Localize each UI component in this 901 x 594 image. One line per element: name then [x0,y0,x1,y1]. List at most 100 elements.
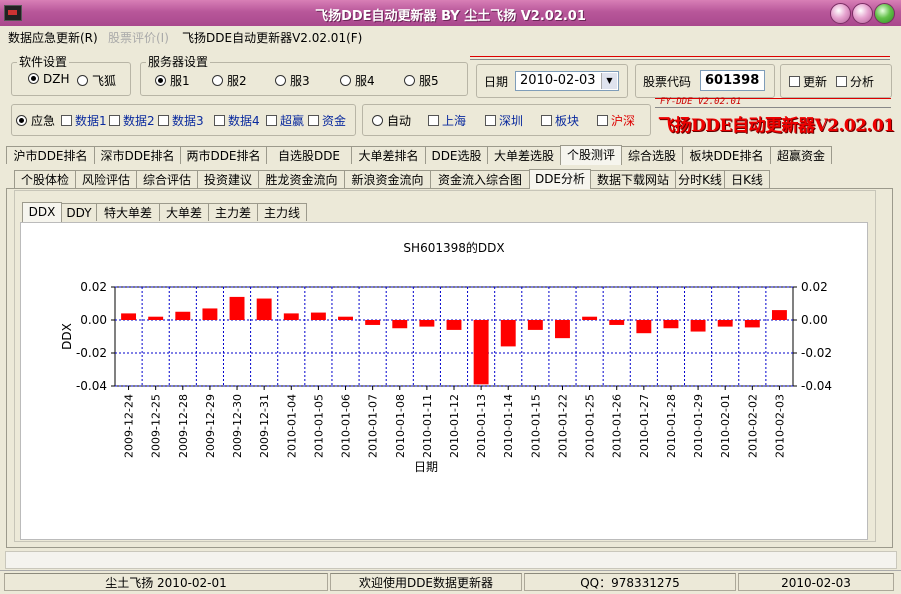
tab-sub-6[interactable]: 资金流入综合图 [430,170,530,188]
check-funds[interactable]: 资金 [308,112,346,129]
xtick-label: 2009-12-30 [231,394,244,458]
close-button[interactable] [874,3,895,24]
tab-ddx-4[interactable]: 主力差 [208,203,258,221]
tab-sub-4[interactable]: 胜龙资金流向 [258,170,345,188]
xtick-label: 2010-02-03 [773,394,786,458]
check-update[interactable]: 更新 [789,73,827,90]
radio-server-2[interactable]: 服2 [212,72,247,89]
check-data3-label: 数据3 [172,114,204,128]
radio-dot [372,115,383,126]
bar-2010-01-11 [419,320,435,327]
radio-dot [275,75,286,86]
y-axis-label: DDX [60,323,74,350]
tab-ddx-1[interactable]: DDY [61,203,97,221]
tab-ddx-2[interactable]: 特大单差 [96,203,160,221]
tab-main-6[interactable]: 大单差选股 [487,146,561,164]
xtick-label: 2010-01-08 [394,394,407,458]
bar-2009-12-30 [229,296,245,320]
xtick-label: 2010-01-11 [421,394,434,458]
tab-sub-5[interactable]: 新浪资金流向 [344,170,431,188]
tab-main-3[interactable]: 自选股DDE [266,146,352,164]
tab-sub-8[interactable]: 数据下载网站 [590,170,676,188]
bar-2010-01-14 [500,320,516,347]
menu-emergency-update[interactable]: 数据应急更新(R) [8,29,98,46]
check-data2[interactable]: 数据2 [109,112,155,129]
horizontal-scrollbar[interactable] [5,551,897,569]
xtick-label: 2010-01-04 [285,394,298,458]
tab-main-8[interactable]: 综合选股 [621,146,683,164]
menu-stock-evaluation[interactable]: 股票评价(I) [108,29,169,46]
check-shanghai[interactable]: 上海 [428,112,466,129]
bar-2010-01-07 [365,320,381,325]
check-data1[interactable]: 数据1 [61,112,107,129]
radio-server-3[interactable]: 服3 [275,72,310,89]
check-chaoying[interactable]: 超赢 [266,112,304,129]
tab-sub-3[interactable]: 投资建议 [197,170,259,188]
tab-ddx-3[interactable]: 大单差 [159,203,209,221]
radio-server-1[interactable]: 服1 [155,72,190,89]
bar-2010-01-05 [310,312,326,320]
tab-main-4[interactable]: 大单差排名 [351,146,426,164]
tab-main-9[interactable]: 板块DDE排名 [682,146,771,164]
menu-about[interactable]: 飞扬DDE自动更新器V2.02.01(F) [182,29,362,46]
bar-2010-01-15 [527,320,543,330]
title-bar[interactable]: 飞扬DDE自动更新器 BY 尘土飞扬 V2.02.01 [0,0,901,27]
radio-dzh[interactable]: DZH [28,72,69,86]
tab-sub-1[interactable]: 风险评估 [75,170,137,188]
stock-code-input[interactable]: 601398 [700,70,765,91]
tab-sub-2[interactable]: 综合评估 [136,170,198,188]
radio-emergency[interactable]: 应急 [16,112,55,129]
check-hushen[interactable]: 沪深 [597,112,635,129]
check-sector[interactable]: 板块 [541,112,579,129]
status-bar: 尘土飞扬 2010-02-01 欢迎使用DDE数据更新器 QQ：97833127… [0,570,901,594]
status-welcome: 欢迎使用DDE数据更新器 [330,573,522,591]
tab-ddx-5[interactable]: 主力线 [257,203,307,221]
tab-sub-7[interactable]: DDE分析 [529,169,591,189]
tab-main-10[interactable]: 超赢资金 [770,146,832,164]
xtick-label: 2009-12-24 [123,394,136,458]
tab-main-1[interactable]: 深市DDE排名 [94,146,181,164]
check-data4[interactable]: 数据4 [214,112,260,129]
ytick-label-left: 0.02 [80,280,107,294]
xtick-label: 2010-01-15 [529,394,542,458]
radio-auto[interactable]: 自动 [372,112,411,129]
tab-ddx-0[interactable]: DDX [22,202,62,222]
tab-sub-10[interactable]: 日K线 [724,170,770,188]
xtick-label: 2010-01-14 [502,394,515,458]
minimize-button[interactable] [830,3,851,24]
tab-row-main: 沪市DDE排名 深市DDE排名 两市DDE排名 自选股DDE 大单差排名 DDE选股 大单差… [6,145,836,165]
check-analyze[interactable]: 分析 [836,73,874,90]
tab-sub-9[interactable]: 分时K线 [675,170,725,188]
tab-main-5[interactable]: DDE选股 [425,146,488,164]
checkbox [308,115,319,126]
ytick-label-right: 0.00 [801,313,828,327]
radio-server-4[interactable]: 服4 [340,72,375,89]
tab-main-7[interactable]: 个股测评 [560,145,622,165]
radio-server-3-label: 服3 [290,74,310,88]
checkbox [541,115,552,126]
logo-line-mid [655,107,891,108]
tab-sub-0[interactable]: 个股体检 [14,170,76,188]
radio-server-1-label: 服1 [170,74,190,88]
checkbox [789,76,800,87]
xtick-label: 2010-01-13 [475,394,488,458]
check-sector-label: 板块 [555,114,580,128]
xtick-label: 2010-01-25 [584,394,597,458]
xtick-label: 2009-12-28 [177,394,190,458]
bar-2010-02-01 [717,320,733,327]
chevron-down-icon[interactable]: ▼ [601,73,617,89]
tab-main-0[interactable]: 沪市DDE排名 [6,146,95,164]
check-data4-label: 数据4 [228,114,260,128]
check-data3[interactable]: 数据3 [158,112,204,129]
bar-2009-12-29 [202,308,218,320]
maximize-button[interactable] [852,3,873,24]
decor-line-top-2 [470,59,890,60]
radio-feihu[interactable]: 飞狐 [77,72,116,89]
date-value: 2010-02-03 [520,73,596,88]
date-picker[interactable]: 2010-02-03 ▼ [515,71,619,91]
tab-main-2[interactable]: 两市DDE排名 [180,146,267,164]
radio-dot [28,73,39,84]
radio-server-5[interactable]: 服5 [404,72,439,89]
check-shenzhen[interactable]: 深圳 [485,112,523,129]
check-chaoying-label: 超赢 [280,114,305,128]
